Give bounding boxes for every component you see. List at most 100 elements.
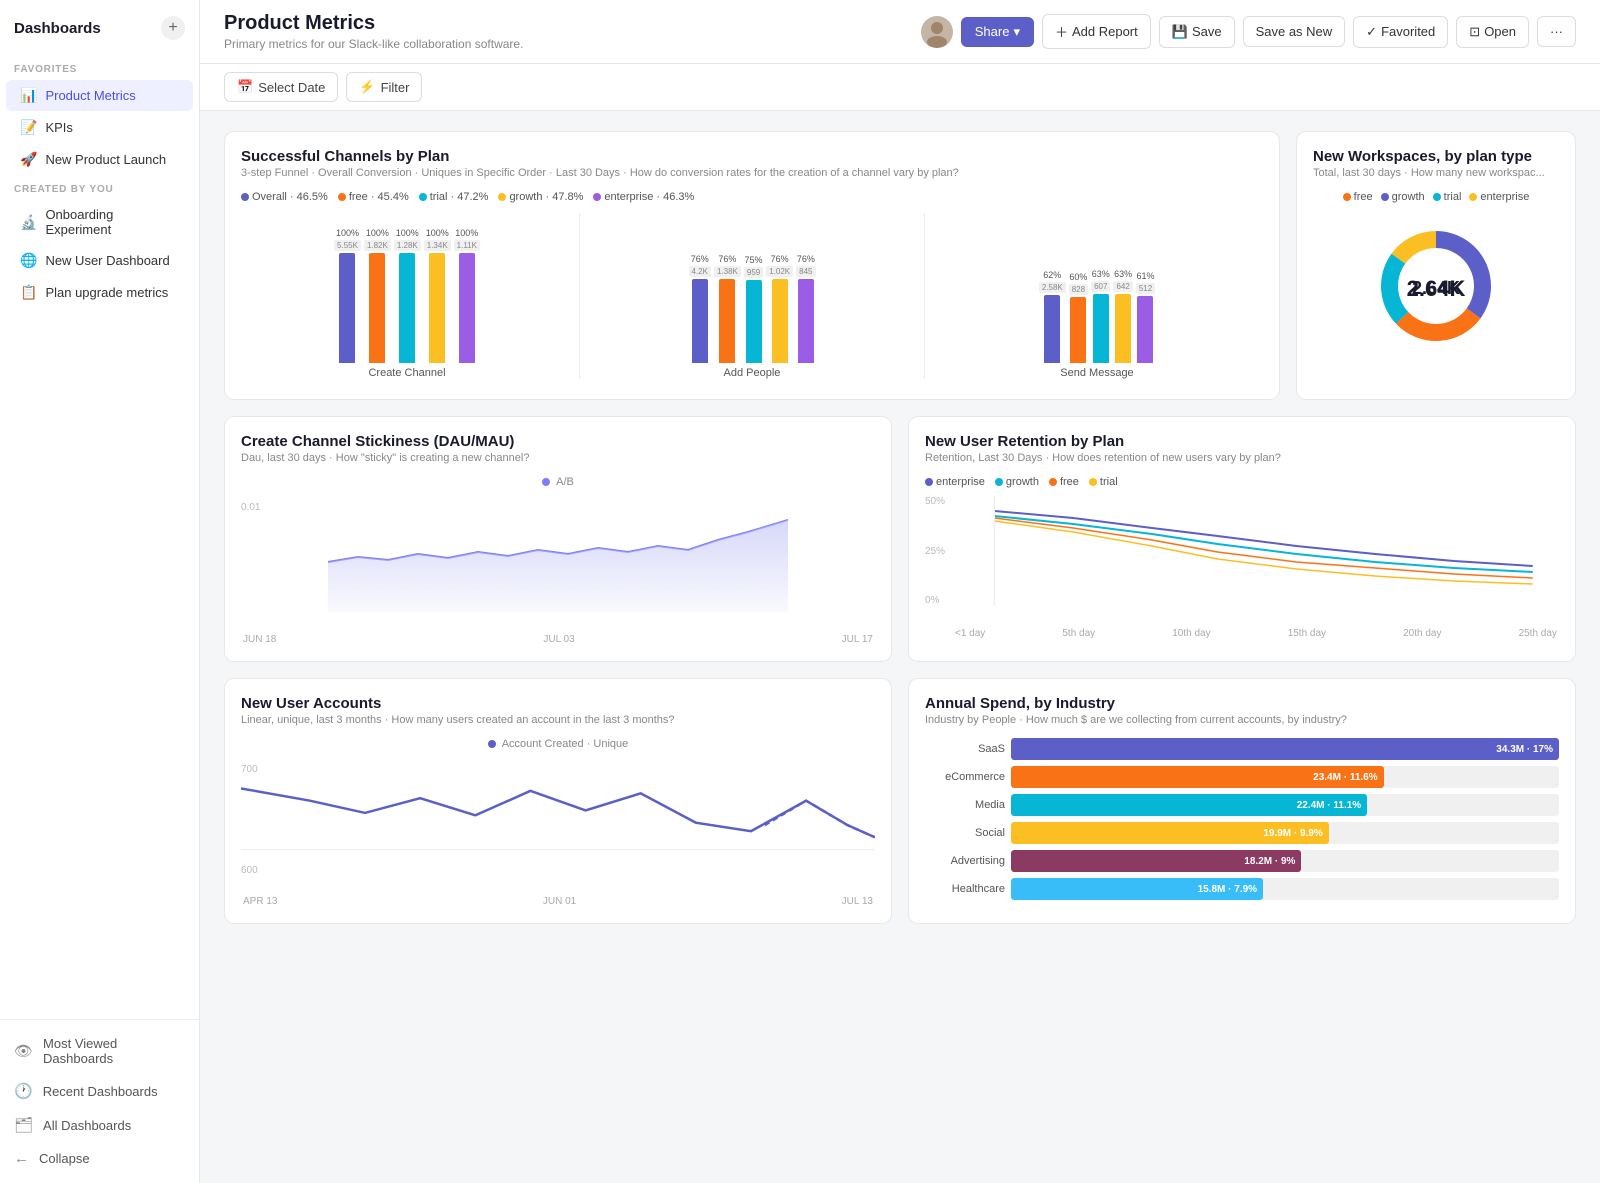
ret-x-4: 20th day [1403, 628, 1441, 639]
open-button[interactable]: ⊡ Open [1456, 16, 1529, 48]
bottom-item-recent-dashboards[interactable]: 🕐Recent Dashboards [0, 1074, 199, 1108]
stickiness-y-top: 0.01 [241, 502, 260, 513]
favorited-button[interactable]: ✓ Favorited [1353, 16, 1448, 48]
spend-chart: SaaS 34.3M · 17% eCommerce 23.4M · 11.6%… [925, 738, 1559, 900]
filter-button[interactable]: ⚡ Filter [346, 72, 422, 102]
stickiness-legend-dot [542, 478, 550, 486]
stickiness-svg [241, 502, 875, 612]
favorites-label: FAVORITES [0, 56, 199, 79]
stickiness-legend-label: A/B [556, 476, 574, 488]
spend-row: Advertising 18.2M · 9% [925, 850, 1559, 872]
funnel-bar [1115, 294, 1131, 363]
spend-title: Annual Spend, by Industry [925, 695, 1559, 712]
funnel-bar-wrap: 75%959 [744, 255, 763, 363]
sidebar-bottom-icon: ← [14, 1150, 29, 1167]
sidebar-item-kpis[interactable]: 📝KPIs [6, 112, 193, 143]
funnel-chart: 100%5.55K100%1.82K100%1.28K100%1.34K100%… [241, 213, 1263, 383]
filter-icon: ⚡ [359, 79, 375, 95]
favorites-list: 📊Product Metrics📝KPIs🚀New Product Launch [0, 79, 199, 176]
retention-legend-label: enterprise [936, 476, 985, 488]
add-dashboard-button[interactable]: + [161, 16, 185, 40]
add-report-label: Add Report [1072, 24, 1138, 39]
funnel-bar [1044, 295, 1060, 363]
dashboard-content: Successful Channels by Plan 3-step Funne… [200, 111, 1600, 1183]
funnel-bar [429, 253, 445, 363]
funnel-bar-val: 607 [1091, 281, 1110, 292]
share-label: Share [975, 24, 1010, 39]
avatar [921, 16, 953, 48]
legend-dot [241, 193, 249, 201]
save-button[interactable]: 💾 Save [1159, 16, 1235, 48]
calendar-icon: 📅 [237, 79, 253, 95]
donut-legend-dot [1469, 193, 1477, 201]
sidebar-item-product-metrics[interactable]: 📊Product Metrics [6, 80, 193, 111]
retention-legend: enterprisegrowthfreetrial [925, 476, 1559, 488]
funnel-bars: 100%5.55K100%1.82K100%1.28K100%1.34K100%… [334, 223, 480, 363]
ret-x-0: <1 day [955, 628, 985, 639]
main-content: Product Metrics Primary metrics for our … [200, 0, 1600, 1183]
sidebar-bottom-icon: 👁 [14, 1042, 33, 1060]
add-report-button[interactable]: ＋ Add Report [1042, 14, 1151, 49]
more-icon: ··· [1550, 24, 1563, 39]
filter-label: Filter [381, 80, 410, 95]
open-icon: ⊡ [1469, 24, 1480, 40]
retention-svg [925, 496, 1559, 606]
row-1: Successful Channels by Plan 3-step Funne… [224, 131, 1576, 400]
created-label: CREATED BY YOU [0, 176, 199, 199]
created-item-plan-upgrade-metrics[interactable]: 📋Plan upgrade metrics [6, 277, 193, 308]
bottom-item-all-dashboards[interactable]: 🗂All Dashboards [0, 1108, 199, 1142]
created-item-new-user-dashboard[interactable]: 🌐 New User Dashboard [6, 245, 193, 276]
donut-segment [1381, 254, 1408, 324]
spend-subtitle: Industry by People · How much $ are we c… [925, 714, 1559, 726]
action-bar: 📅 Select Date ⚡ Filter [200, 64, 1600, 111]
select-date-button[interactable]: 📅 Select Date [224, 72, 338, 102]
accounts-legend: Account Created · Unique [241, 738, 875, 750]
spend-row: SaaS 34.3M · 17% [925, 738, 1559, 760]
stickiness-x-2: JUL 17 [842, 634, 873, 645]
share-button[interactable]: Share ▾ [961, 17, 1034, 47]
funnel-bars: 76%4.2K76%1.38K75%95976%1.02K76%845 [689, 223, 816, 363]
funnel-bar-val: 512 [1136, 283, 1155, 294]
accounts-xaxis: APR 13 JUN 01 JUL 13 [241, 896, 875, 907]
bottom-item-collapse[interactable]: ←Collapse [0, 1142, 199, 1175]
spend-value: 23.4M · 11.6% [1313, 772, 1377, 783]
funnel-title: Successful Channels by Plan [241, 148, 1263, 165]
funnel-bar-wrap: 76%1.02K [766, 254, 793, 363]
save-icon: 💾 [1172, 24, 1188, 40]
sidebar: Dashboards + FAVORITES 📊Product Metrics📝… [0, 0, 200, 1183]
check-icon: ✓ [1366, 24, 1377, 40]
spend-value: 15.8M · 7.9% [1198, 884, 1257, 895]
sidebar-item-icon: 🌐 [20, 252, 37, 269]
bottom-list: 👁Most Viewed Dashboards🕐Recent Dashboard… [0, 1028, 199, 1175]
spend-fill: 34.3M · 17% [1011, 738, 1559, 760]
spend-row: Media 22.4M · 11.1% [925, 794, 1559, 816]
ret-x-2: 10th day [1172, 628, 1210, 639]
sidebar-item-label: New User Dashboard [45, 253, 169, 268]
funnel-legend-item: enterprise · 46.3% [593, 191, 694, 203]
funnel-bar-wrap: 76%1.38K [714, 254, 741, 363]
accounts-subtitle: Linear, unique, last 3 months · How many… [241, 714, 875, 726]
bottom-item-most-viewed-dashboards[interactable]: 👁Most Viewed Dashboards [0, 1028, 199, 1074]
spend-value: 22.4M · 11.1% [1297, 800, 1361, 811]
stickiness-title: Create Channel Stickiness (DAU/MAU) [241, 433, 875, 450]
retention-xaxis: <1 day 5th day 10th day 15th day 20th da… [925, 628, 1559, 639]
sidebar-item-new-product-launch[interactable]: 🚀New Product Launch [6, 144, 193, 175]
save-as-new-label: Save as New [1256, 24, 1333, 39]
ret-x-3: 15th day [1288, 628, 1326, 639]
sidebar-item-label: Product Metrics [45, 88, 135, 103]
funnel-bar-wrap: 100%5.55K [334, 228, 361, 363]
funnel-group: 62%2.58K60%82863%60763%64261%512Send Mes… [931, 223, 1263, 379]
save-label: Save [1192, 24, 1222, 39]
save-as-new-button[interactable]: Save as New [1243, 16, 1346, 47]
funnel-bar-val: 2.58K [1039, 282, 1066, 293]
created-item-onboarding-experiment[interactable]: 🔬Onboarding Experiment [6, 200, 193, 244]
retention-legend-label: free [1060, 476, 1079, 488]
top-bar: Product Metrics Primary metrics for our … [200, 0, 1600, 64]
donut-svg: 2.64K [1361, 211, 1511, 361]
funnel-group: 76%4.2K76%1.38K75%95976%1.02K76%845Add P… [586, 223, 918, 379]
sidebar-item-icon: 📝 [20, 119, 37, 136]
spend-value: 18.2M · 9% [1244, 856, 1295, 867]
spend-value: 19.9M · 9.9% [1263, 828, 1322, 839]
funnel-bar-pct: 100% [396, 228, 419, 238]
more-options-button[interactable]: ··· [1537, 16, 1576, 47]
